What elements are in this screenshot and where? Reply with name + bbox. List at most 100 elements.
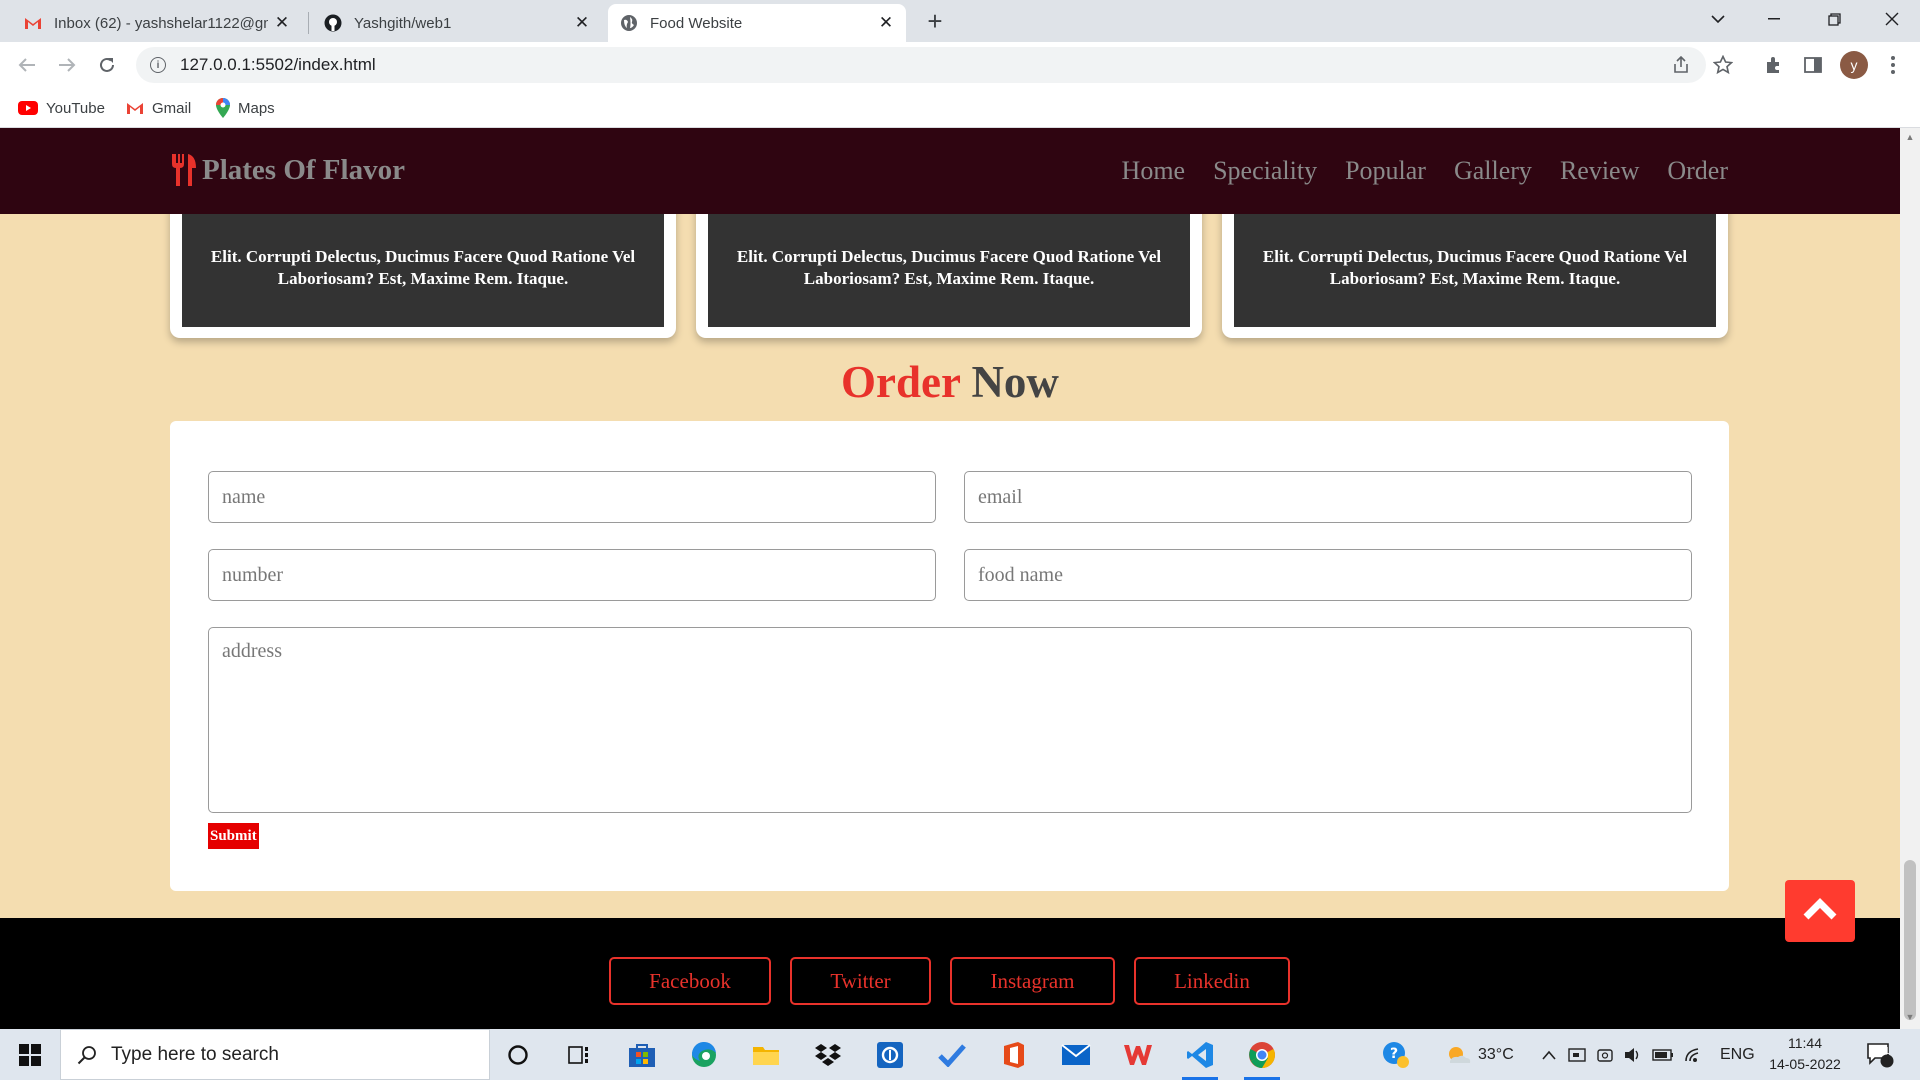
main-nav: Home Speciality Popular Gallery Review O… [1122,156,1728,186]
tab-food-website[interactable]: Food Website ✕ [608,4,906,42]
order-form: Submit [170,421,1729,891]
extensions-icon[interactable] [1758,50,1788,80]
number-input[interactable] [208,549,936,601]
email-input[interactable] [964,471,1692,523]
review-text: Elit. Corrupti Delectus, Ducimus Facere … [736,247,1162,288]
file-explorer-icon[interactable] [742,1035,790,1075]
nav-order[interactable]: Order [1667,156,1728,186]
scroll-to-top-button[interactable] [1785,880,1855,942]
office-icon[interactable] [990,1035,1038,1075]
svg-text:?: ? [1390,1046,1398,1062]
instagram-link[interactable]: Instagram [950,957,1115,1005]
utensils-icon [170,154,196,186]
chrome-icon[interactable] [1238,1035,1286,1080]
bookmark-gmail[interactable]: Gmail [126,96,191,120]
close-icon[interactable]: ✕ [574,13,590,33]
windows-start-icon[interactable] [0,1029,60,1080]
nav-gallery[interactable]: Gallery [1454,156,1532,186]
new-tab-button[interactable]: + [920,6,950,36]
mail-icon[interactable] [1052,1035,1100,1075]
linkedin-link[interactable]: Linkedin [1134,957,1290,1005]
name-input[interactable] [208,471,936,523]
browser-toolbar: i 127.0.0.1:5502/index.html [0,42,1920,88]
weather-widget[interactable]: 33°C [1444,1029,1514,1080]
twitter-link[interactable]: Twitter [790,957,931,1005]
site-info-icon[interactable]: i [150,57,166,73]
address-bar[interactable]: i 127.0.0.1:5502/index.html [136,47,1706,83]
help-icon[interactable]: ? [1382,1029,1410,1080]
profile-avatar[interactable]: y [1840,51,1868,79]
forward-icon[interactable] [52,50,82,80]
bookmark-maps[interactable]: Maps [216,96,275,120]
nav-home[interactable]: Home [1122,156,1186,186]
microsoft-store-icon[interactable] [618,1035,666,1075]
clock-date: 14-05-2022 [1769,1056,1841,1072]
bookmark-star-icon[interactable] [1710,52,1736,78]
meet-now-icon[interactable] [1568,1029,1586,1080]
camera-icon[interactable] [1596,1029,1614,1080]
minimize-icon[interactable] [1746,0,1802,38]
order-heading-accent: Order [841,357,961,407]
battery-icon[interactable] [1652,1029,1674,1080]
github-icon [324,14,342,32]
back-icon[interactable] [12,50,42,80]
window-close-icon[interactable] [1864,0,1920,38]
brand-name: Plates Of Flavor [202,153,405,186]
review-text: Elit. Corrupti Delectus, Ducimus Facere … [1262,247,1688,288]
app-blue-icon[interactable] [866,1035,914,1075]
nav-popular[interactable]: Popular [1345,156,1426,186]
nav-review[interactable]: Review [1560,156,1639,186]
vscode-icon[interactable] [1176,1035,1224,1080]
submit-button[interactable]: Submit [208,823,259,849]
nav-speciality[interactable]: Speciality [1213,156,1317,186]
cortana-icon[interactable] [494,1035,542,1075]
search-icon [77,1045,97,1065]
order-heading: Order Now [0,356,1900,408]
site-logo[interactable]: Plates Of Flavor [170,150,405,190]
facebook-link[interactable]: Facebook [609,957,771,1005]
bookmark-youtube[interactable]: YouTube [18,96,105,120]
todo-icon[interactable] [928,1035,976,1075]
tab-search-icon[interactable] [1690,0,1746,38]
youtube-icon [18,101,38,115]
weather-sun-icon [1444,1043,1472,1067]
task-view-icon[interactable] [556,1035,604,1075]
site-footer: Facebook Twitter Instagram Linkedin [0,918,1900,1029]
taskbar-clock[interactable]: 11:44 14-05-2022 [1760,1033,1850,1075]
wifi-icon[interactable] [1684,1029,1704,1080]
site-header: Plates Of Flavor Home Speciality Popular… [0,128,1900,214]
address-textarea[interactable] [208,627,1692,813]
gmail-icon [126,101,144,115]
close-icon[interactable]: ✕ [878,13,894,33]
restore-icon[interactable] [1806,0,1862,38]
notifications-icon[interactable]: 1 [1866,1029,1894,1080]
browser-tab-strip: Inbox (62) - yashshelar1122@gm ✕ Yashgit… [0,0,1920,42]
url-text[interactable]: 127.0.0.1:5502/index.html [180,55,376,75]
language-indicator[interactable]: ENG [1720,1029,1755,1080]
chevron-up-icon [1802,897,1838,926]
tab-gmail[interactable]: Inbox (62) - yashshelar1122@gm ✕ [12,4,302,42]
edge-icon[interactable] [680,1035,728,1075]
tray-overflow-chevron-icon[interactable] [1542,1029,1556,1080]
scroll-down-arrow-icon[interactable]: ▼ [1904,1012,1916,1026]
bookmark-label: Gmail [152,99,192,117]
share-icon[interactable] [1668,52,1694,78]
wps-office-icon[interactable] [1114,1035,1162,1075]
reload-icon[interactable] [92,50,122,80]
close-icon[interactable]: ✕ [274,13,290,33]
scrollbar-thumb[interactable] [1904,860,1916,1020]
bookmark-label: YouTube [46,99,105,117]
scroll-up-arrow-icon[interactable]: ▲ [1904,132,1916,146]
order-heading-rest: Now [971,357,1059,407]
menu-kebab-icon[interactable] [1878,50,1908,80]
weather-temp: 33°C [1478,1045,1514,1063]
page-viewport: Elit. Corrupti Delectus, Ducimus Facere … [0,128,1900,1029]
food-name-input[interactable] [964,549,1692,601]
volume-icon[interactable] [1624,1029,1642,1080]
notification-count: 1 [1884,1046,1890,1057]
dropbox-icon[interactable] [804,1035,852,1075]
tab-title: Inbox (62) - yashshelar1122@gm [54,14,268,32]
side-panel-icon[interactable] [1798,50,1828,80]
taskbar-search[interactable]: Type here to search [60,1029,490,1080]
tab-github[interactable]: Yashgith/web1 ✕ [312,4,602,42]
